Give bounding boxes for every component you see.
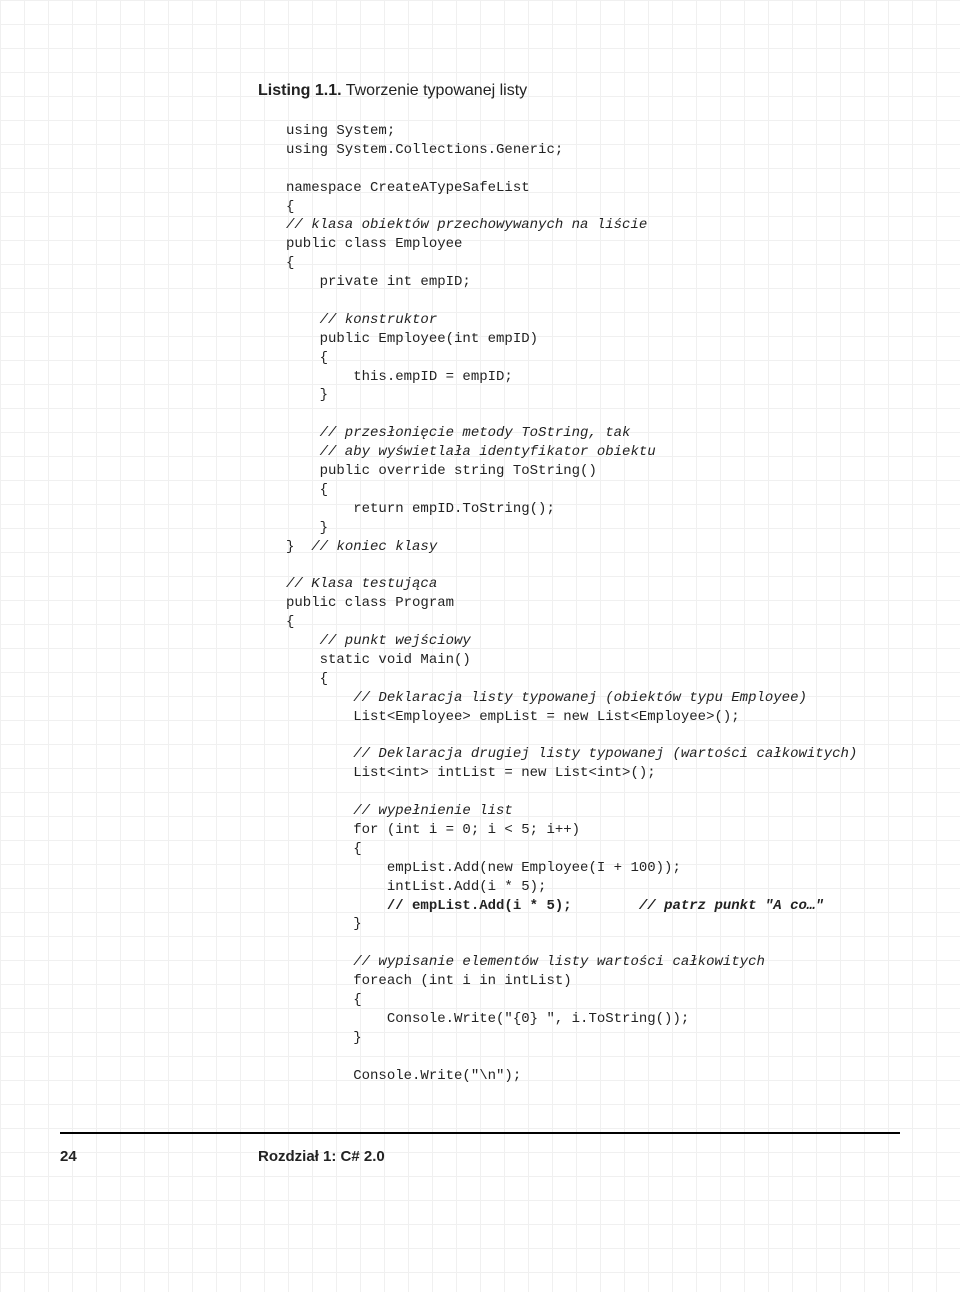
code-line: namespace CreateATypeSafeList [286, 180, 530, 196]
code-line: public class Employee [286, 236, 462, 252]
listing-heading: Listing 1.1. Tworzenie typowanej listy [258, 82, 898, 100]
code-comment: // klasa obiektów przechowywanych na liś… [286, 217, 647, 233]
code-line: public override string ToString() [286, 463, 597, 479]
code-line: for (int i = 0; i < 5; i++) [286, 822, 580, 838]
code-bold: // empList.Add(i * 5); [286, 898, 639, 914]
page-number: 24 [60, 1148, 77, 1165]
code-comment: // Klasa testująca [286, 576, 437, 592]
code-line: { [286, 350, 328, 366]
code-line: } [286, 520, 328, 536]
page-content: Listing 1.1. Tworzenie typowanej listy u… [258, 82, 898, 1085]
code-comment-bold: // patrz punkt "A co…" [639, 898, 824, 914]
code-line: { [286, 482, 328, 498]
code-line: { [286, 841, 362, 857]
code-line: return empID.ToString(); [286, 501, 555, 517]
code-comment: // Deklaracja listy typowanej (obiektów … [286, 690, 807, 706]
code-line: } [286, 387, 328, 403]
code-comment: // konstruktor [286, 312, 437, 328]
code-line: static void Main() [286, 652, 471, 668]
code-line: } [286, 1030, 362, 1046]
code-line: private int empID; [286, 274, 471, 290]
code-line: Console.Write("\n"); [286, 1068, 521, 1084]
code-line: using System; [286, 123, 395, 139]
code-line: { [286, 992, 362, 1008]
code-line: } [286, 539, 311, 555]
code-line: { [286, 255, 294, 271]
code-line: public class Program [286, 595, 454, 611]
code-line: Console.Write("{0} ", i.ToString()); [286, 1011, 689, 1027]
code-comment: // punkt wejściowy [286, 633, 471, 649]
code-comment: // aby wyświetlała identyfikator obiektu [286, 444, 656, 460]
code-comment: // przesłonięcie metody ToString, tak [286, 425, 630, 441]
listing-title: Tworzenie typowanej listy [346, 82, 527, 99]
code-line: { [286, 199, 294, 215]
code-line: this.empID = empID; [286, 369, 513, 385]
code-line: intList.Add(i * 5); [286, 879, 546, 895]
code-comment: // koniec klasy [311, 539, 437, 555]
code-line: } [286, 916, 362, 932]
code-line: List<Employee> empList = new List<Employ… [286, 709, 740, 725]
footer-rule [60, 1132, 900, 1134]
code-line: empList.Add(new Employee(I + 100)); [286, 860, 681, 876]
listing-number: Listing 1.1. [258, 82, 342, 99]
code-line: { [286, 614, 294, 630]
code-line: { [286, 671, 328, 687]
code-comment: // Deklaracja drugiej listy typowanej (w… [286, 746, 857, 762]
code-line: List<int> intList = new List<int>(); [286, 765, 656, 781]
code-comment: // wypełnienie list [286, 803, 513, 819]
code-line: foreach (int i in intList) [286, 973, 572, 989]
code-line: public Employee(int empID) [286, 331, 538, 347]
code-comment: // wypisanie elementów listy wartości ca… [286, 954, 765, 970]
chapter-title: Rozdział 1: C# 2.0 [258, 1148, 385, 1165]
code-listing: using System; using System.Collections.G… [286, 122, 898, 1085]
code-line: using System.Collections.Generic; [286, 142, 563, 158]
